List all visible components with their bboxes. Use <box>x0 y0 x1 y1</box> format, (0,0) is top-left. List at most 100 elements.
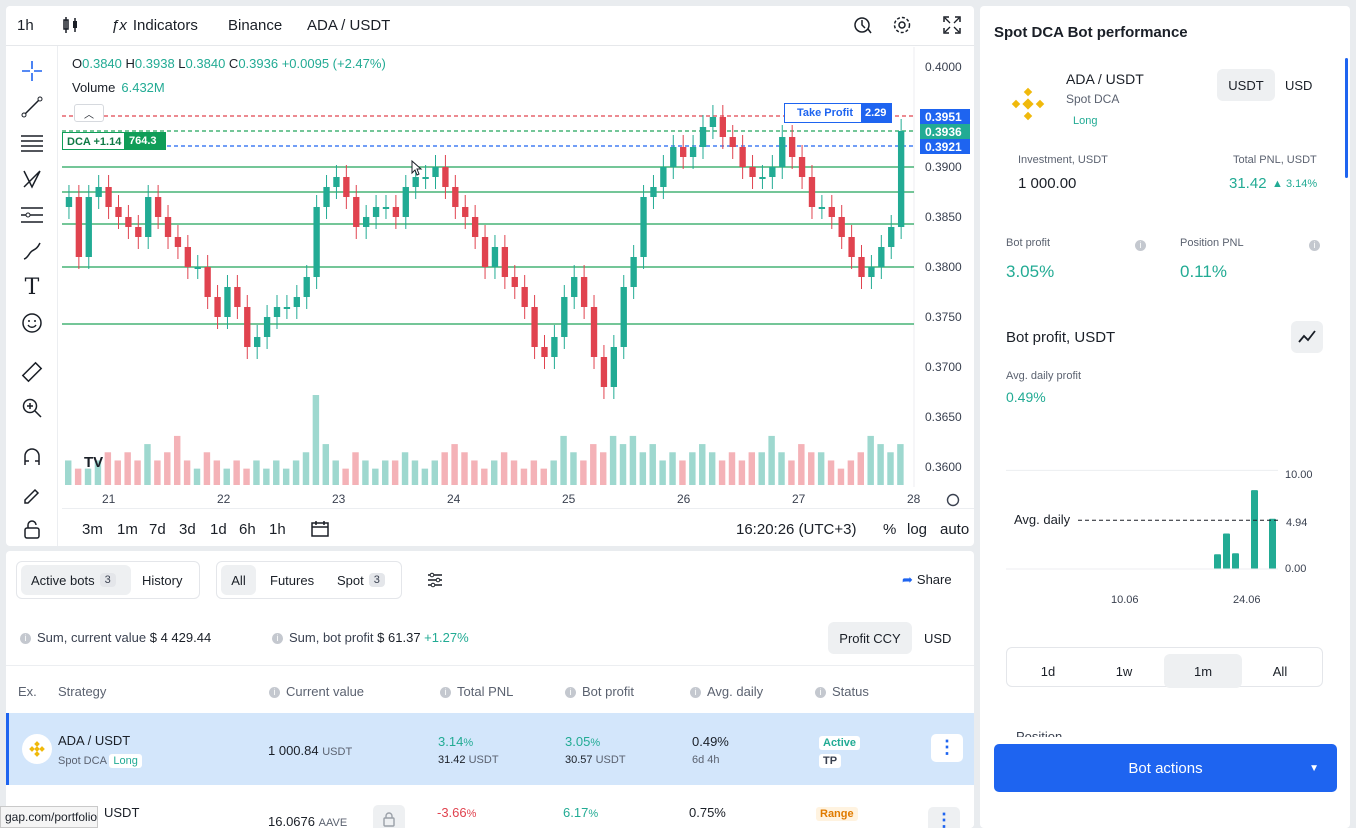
candle-body[interactable] <box>630 257 637 287</box>
candle-body[interactable] <box>343 177 350 197</box>
ccy-usdt-button[interactable]: USDT <box>1217 69 1275 101</box>
candle-body[interactable] <box>600 357 608 387</box>
col-avg-daily[interactable]: i Avg. daily <box>690 684 763 699</box>
candle-body[interactable] <box>521 287 528 307</box>
candle-body[interactable] <box>194 267 201 269</box>
candle-body[interactable] <box>95 187 102 197</box>
candle-body[interactable] <box>412 177 419 187</box>
lock-icon[interactable] <box>19 516 45 542</box>
tab-active-bots[interactable]: Active bots 3 <box>21 565 131 595</box>
range-7d[interactable]: 7d <box>149 521 166 538</box>
candle-body[interactable] <box>848 237 855 257</box>
candle-body[interactable] <box>105 187 112 207</box>
candle-body[interactable] <box>808 177 816 207</box>
share-button[interactable]: ➦ Share <box>902 572 952 588</box>
candle-body[interactable] <box>620 287 627 347</box>
candle-body[interactable] <box>115 207 122 217</box>
candle-body[interactable] <box>590 307 598 357</box>
candle-body[interactable] <box>263 317 271 337</box>
candle-body[interactable] <box>85 197 92 257</box>
range-6h[interactable]: 6h <box>239 521 256 538</box>
candle-body[interactable] <box>491 247 499 267</box>
candle-body[interactable] <box>145 197 152 237</box>
percent-toggle[interactable]: % <box>883 521 896 538</box>
period-all[interactable]: All <box>1241 654 1319 688</box>
fullscreen-icon[interactable] <box>943 16 961 38</box>
period-1w[interactable]: 1w <box>1085 654 1163 688</box>
horizontal-lines-icon[interactable] <box>19 130 45 156</box>
candle-body[interactable] <box>174 237 182 247</box>
candle-body[interactable] <box>650 187 657 197</box>
filter-settings-icon[interactable] <box>427 572 443 593</box>
symbol-label[interactable]: ADA / USDT <box>307 17 390 34</box>
candle-body[interactable] <box>897 131 905 227</box>
candle-body[interactable] <box>333 177 340 187</box>
candle-body[interactable] <box>878 247 885 267</box>
timeframe-button[interactable]: 1h <box>17 17 34 34</box>
candle-body[interactable] <box>699 127 707 147</box>
candle-body[interactable] <box>164 217 172 237</box>
date-range-icon[interactable] <box>311 520 331 542</box>
candle-body[interactable] <box>531 307 538 347</box>
usd-toggle[interactable]: USD <box>924 622 951 654</box>
exchange-label[interactable]: Binance <box>228 17 282 34</box>
candle-body[interactable] <box>471 217 479 237</box>
candle-body[interactable] <box>759 177 766 179</box>
candle-body[interactable] <box>125 217 132 227</box>
candle-body[interactable] <box>283 307 291 309</box>
text-tool-icon[interactable]: T <box>19 274 45 300</box>
crosshair-icon[interactable] <box>19 58 45 84</box>
col-bot-profit[interactable]: i Bot profit <box>565 684 634 699</box>
candle-body[interactable] <box>729 137 736 147</box>
candle-body[interactable] <box>135 227 142 237</box>
pattern-icon[interactable] <box>19 166 45 192</box>
draw-lock-icon[interactable] <box>19 480 45 506</box>
candle-body[interactable] <box>481 237 489 267</box>
candle-body[interactable] <box>372 207 380 217</box>
range-1m[interactable]: 1m <box>117 521 138 538</box>
candle-body[interactable] <box>224 287 231 317</box>
candle-body[interactable] <box>561 297 568 337</box>
collapse-legend-icon[interactable]: ︿ <box>74 104 104 122</box>
candle-body[interactable] <box>511 277 518 287</box>
fib-icon[interactable] <box>19 202 45 228</box>
ccy-usd-button[interactable]: USD <box>1285 69 1312 101</box>
candle-body[interactable] <box>313 207 320 277</box>
candle-body[interactable] <box>323 187 330 207</box>
chart-type-icon[interactable] <box>1291 321 1323 353</box>
candle-body[interactable] <box>204 267 211 297</box>
range-1h[interactable]: 1h <box>269 521 286 538</box>
candle-body[interactable] <box>788 137 796 157</box>
info-icon[interactable]: i <box>1135 236 1152 254</box>
candle-body[interactable] <box>660 167 667 187</box>
range-3d[interactable]: 3d <box>179 521 196 538</box>
table-row[interactable]: ADA / USDT Spot DCA Long 1 000.84 USDT 3… <box>6 713 974 785</box>
ruler-icon[interactable] <box>19 359 45 385</box>
candle-body[interactable] <box>541 347 548 357</box>
candle-body[interactable] <box>254 337 261 347</box>
candle-body[interactable] <box>868 267 875 277</box>
trend-line-icon[interactable] <box>19 94 45 120</box>
indicators-button[interactable]: ƒx Indicators <box>111 17 198 34</box>
period-1d[interactable]: 1d <box>1009 654 1087 688</box>
candle-body[interactable] <box>353 197 360 227</box>
candle-body[interactable] <box>779 137 786 167</box>
col-total-pnl[interactable]: i Total PNL <box>440 684 513 699</box>
candle-body[interactable] <box>442 167 449 187</box>
candle-body[interactable] <box>551 337 558 357</box>
candle-body[interactable] <box>818 207 826 209</box>
col-current-value[interactable]: i Current value <box>269 684 364 699</box>
info-icon[interactable]: i <box>1309 236 1326 254</box>
candle-body[interactable] <box>154 197 162 217</box>
candle-body[interactable] <box>689 147 697 157</box>
candle-body[interactable] <box>719 117 726 137</box>
candle-body[interactable] <box>749 167 756 177</box>
candle-body[interactable] <box>888 227 895 247</box>
col-status[interactable]: i Status <box>815 684 869 699</box>
candle-body[interactable] <box>402 187 409 217</box>
candle-body[interactable] <box>422 177 429 179</box>
candle-body[interactable] <box>571 277 578 297</box>
tab-history[interactable]: History <box>142 565 182 595</box>
candle-body[interactable] <box>293 297 300 307</box>
range-3m[interactable]: 3m <box>82 521 103 538</box>
